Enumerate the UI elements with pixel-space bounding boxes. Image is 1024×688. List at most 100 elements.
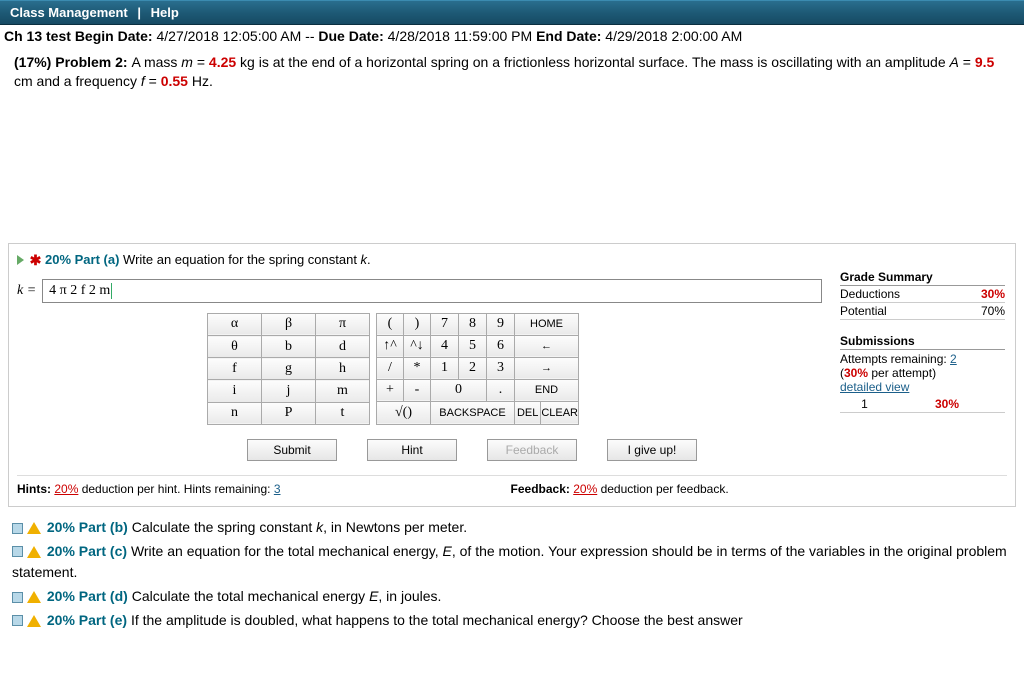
hint-button[interactable]: Hint [367, 439, 457, 461]
potential-label: Potential [840, 304, 887, 318]
key-clear[interactable]: CLEAR [541, 402, 578, 424]
sub-1-val: 30% [889, 396, 1005, 413]
key-div[interactable]: / [377, 357, 404, 379]
key-del[interactable]: DEL [515, 402, 541, 424]
part-d-row[interactable]: 20% Part (d) Calculate the total mechani… [12, 586, 1012, 608]
end-date: 4/29/2018 2:00:00 AM [601, 28, 742, 44]
key-super[interactable]: ↑^ [377, 335, 404, 357]
part-b-row[interactable]: 20% Part (b) Calculate the spring consta… [12, 517, 1012, 539]
per-attempt-pct: 30% [844, 366, 868, 380]
key-5[interactable]: 5 [459, 335, 487, 357]
key-sub[interactable]: ^↓ [404, 335, 431, 357]
hints-remaining[interactable]: 3 [274, 482, 281, 496]
deductions-value: 30% [981, 287, 1005, 301]
key-beta[interactable]: β [262, 313, 316, 335]
grade-title: Grade Summary [840, 270, 1005, 286]
expand-icon[interactable] [12, 523, 23, 534]
part-a-prompt: Write an equation for the spring constan… [123, 252, 361, 267]
key-d[interactable]: d [316, 336, 370, 358]
submission-table: 130% [840, 396, 1005, 413]
expand-icon[interactable] [12, 592, 23, 603]
detailed-view-link[interactable]: detailed view [840, 380, 909, 394]
expand-icon[interactable] [12, 615, 23, 626]
key-n[interactable]: n [208, 402, 262, 424]
key-end[interactable]: END [515, 379, 579, 401]
key-pi[interactable]: π [316, 313, 370, 335]
hints-label: Hints: [17, 482, 54, 496]
part-c-row[interactable]: 20% Part (c) Write an equation for the t… [12, 541, 1012, 584]
part-b-weight: 20% Part (b) [47, 519, 132, 535]
warn-icon [27, 546, 41, 558]
key-4[interactable]: 4 [431, 335, 459, 357]
attempts-label: Attempts remaining: [840, 352, 950, 366]
key-t[interactable]: t [316, 402, 370, 424]
part-d-weight: 20% Part (d) [47, 588, 132, 604]
class-management-link[interactable]: Class Management [10, 5, 128, 20]
key-f[interactable]: f [208, 358, 262, 380]
part-e-weight: 20% Part (e) [47, 612, 131, 628]
key-plus[interactable]: + [377, 379, 404, 401]
part-e-row[interactable]: 20% Part (e) If the amplitude is doubled… [12, 610, 1012, 632]
answer-value: 4 π 2 f 2 m [49, 283, 110, 299]
key-dot[interactable]: . [487, 379, 515, 401]
key-home[interactable]: HOME [515, 313, 579, 335]
key-minus[interactable]: - [404, 379, 431, 401]
key-backspace[interactable]: BACKSPACE [431, 401, 515, 424]
key-3[interactable]: 3 [487, 357, 515, 379]
attempts-remaining[interactable]: 2 [950, 352, 957, 366]
fb-rest: deduction per feedback. [597, 482, 728, 496]
pd-r: , in joules. [378, 588, 441, 604]
key-1[interactable]: 1 [431, 357, 459, 379]
key-cap-p[interactable]: P [262, 402, 316, 424]
expand-icon[interactable] [17, 255, 24, 265]
key-g[interactable]: g [262, 358, 316, 380]
deductions-label: Deductions [840, 287, 900, 301]
key-right[interactable]: → [515, 357, 579, 379]
submit-button[interactable]: Submit [247, 439, 337, 461]
answer-input[interactable]: 4 π 2 f 2 m [42, 279, 822, 303]
key-8[interactable]: 8 [459, 313, 487, 335]
key-6[interactable]: 6 [487, 335, 515, 357]
help-link[interactable]: Help [151, 5, 179, 20]
key-0[interactable]: 0 [431, 379, 487, 401]
due-date: 4/28/2018 11:59:00 PM [384, 28, 536, 44]
feedback-button[interactable]: Feedback [487, 439, 577, 461]
keypad-ops-nums: () 789 HOME ↑^^↓ 456 ← /* 123 → +- 0. EN… [376, 313, 579, 425]
key-h[interactable]: h [316, 358, 370, 380]
val-f: 0.55 [161, 73, 188, 89]
problem-statement: (17%) Problem 2: A mass m = 4.25 kg is a… [0, 47, 1024, 99]
key-j[interactable]: j [262, 380, 316, 402]
k-equals: k = [17, 283, 36, 299]
separator: | [137, 5, 141, 20]
t3: cm and a frequency [14, 73, 141, 89]
pb-t: Calculate the spring constant [132, 519, 316, 535]
key-rparen[interactable]: ) [404, 313, 431, 335]
key-2[interactable]: 2 [459, 357, 487, 379]
eq3: = [145, 73, 161, 89]
warn-icon [27, 615, 41, 627]
key-9[interactable]: 9 [487, 313, 515, 335]
val-m: 4.25 [209, 54, 236, 70]
t2: kg is at the end of a horizontal spring … [236, 54, 949, 70]
key-mul[interactable]: * [404, 357, 431, 379]
key-b[interactable]: b [262, 336, 316, 358]
key-alpha[interactable]: α [208, 313, 262, 335]
key-lparen[interactable]: ( [377, 313, 404, 335]
expand-icon[interactable] [12, 546, 23, 557]
key-m[interactable]: m [316, 380, 370, 402]
t4: Hz. [188, 73, 213, 89]
pc-t: Write an equation for the total mechanic… [131, 543, 443, 559]
key-left[interactable]: ← [515, 335, 579, 357]
key-theta[interactable]: θ [208, 336, 262, 358]
pb-r: , in Newtons per meter. [323, 519, 467, 535]
key-7[interactable]: 7 [431, 313, 459, 335]
giveup-button[interactable]: I give up! [607, 439, 697, 461]
keypad-greek: αβπ θbd fgh ijm nPt [207, 313, 370, 425]
key-i[interactable]: i [208, 380, 262, 402]
hints-rest: deduction per hint. Hints remaining: [78, 482, 273, 496]
fb-label: Feedback: [511, 482, 574, 496]
t1: A mass [131, 54, 181, 70]
key-sqrt[interactable]: √() [377, 401, 431, 424]
status-icon: ✱ [30, 252, 42, 268]
cursor-icon [111, 283, 112, 299]
